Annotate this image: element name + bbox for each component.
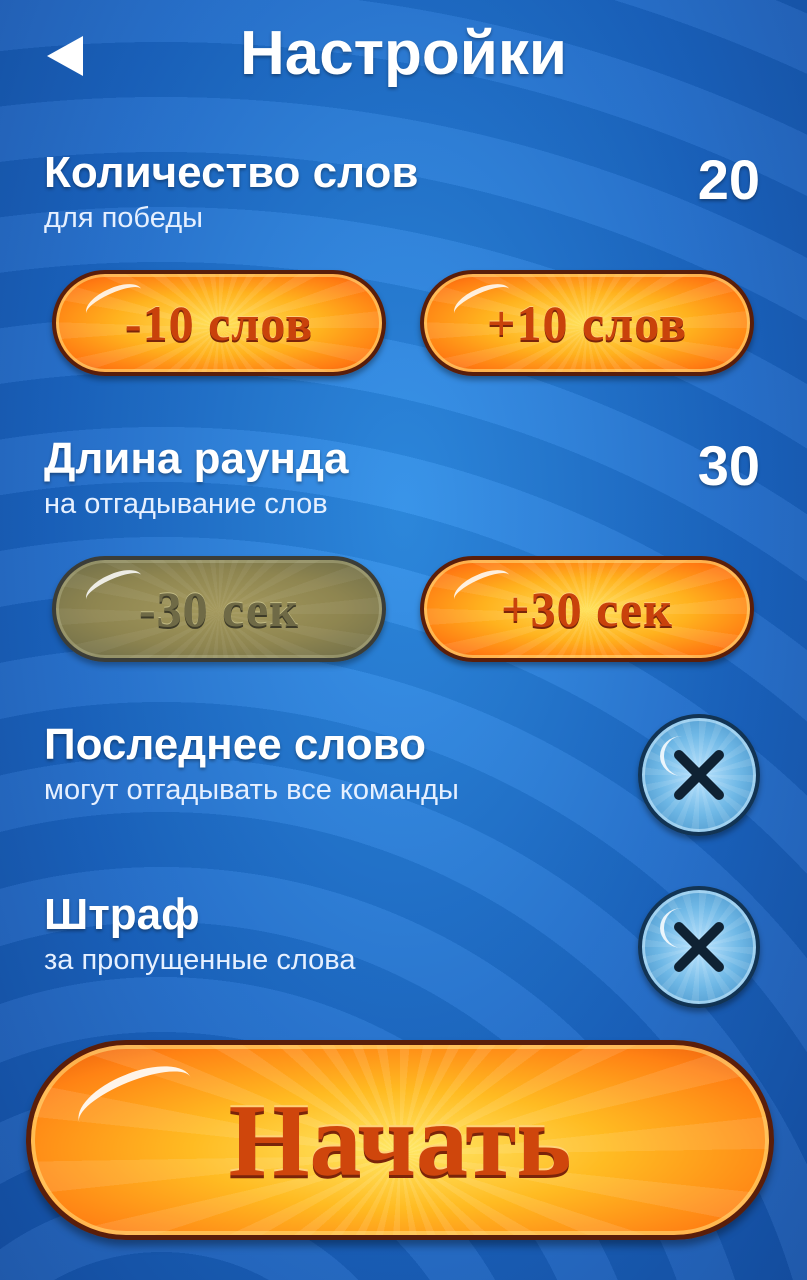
last-word-subtitle: могут отгадывать все команды <box>44 774 459 806</box>
close-x-icon <box>674 750 724 800</box>
close-x-icon <box>674 922 724 972</box>
minus-seconds-label: -30 сек <box>139 581 299 637</box>
last-word-toggle[interactable] <box>638 714 760 836</box>
penalty-toggle[interactable] <box>638 886 760 1008</box>
plus-words-button[interactable]: +10 слов <box>420 270 754 376</box>
round-length-section: Длина раунда на отгадывание слов 30 <box>44 432 764 522</box>
words-count-subtitle: для победы <box>44 202 203 234</box>
words-count-title: Количество слов <box>44 148 419 197</box>
start-label: Начать <box>228 1082 572 1198</box>
start-button[interactable]: Начать <box>26 1040 774 1240</box>
words-count-section: Количество слов для победы 20 <box>44 146 764 236</box>
round-length-subtitle: на отгадывание слов <box>44 488 328 520</box>
plus-words-label: +10 слов <box>487 295 687 351</box>
penalty-section: Штраф за пропущенные слова <box>44 888 624 978</box>
minus-words-button[interactable]: -10 слов <box>52 270 386 376</box>
last-word-section: Последнее слово могут отгадывать все ком… <box>44 718 624 808</box>
minus-words-label: -10 слов <box>124 295 314 351</box>
round-length-title: Длина раунда <box>44 434 349 483</box>
last-word-title: Последнее слово <box>44 720 426 769</box>
penalty-title: Штраф <box>44 890 200 939</box>
words-count-value: 20 <box>697 148 760 211</box>
round-length-value: 30 <box>697 434 760 497</box>
penalty-subtitle: за пропущенные слова <box>44 944 356 976</box>
minus-seconds-button[interactable]: -30 сек <box>52 556 386 662</box>
plus-seconds-label: +30 сек <box>501 581 673 637</box>
settings-screen: Настройки Количество слов для победы 20 … <box>0 0 807 1280</box>
page-title: Настройки <box>239 19 568 88</box>
plus-seconds-button[interactable]: +30 сек <box>420 556 754 662</box>
